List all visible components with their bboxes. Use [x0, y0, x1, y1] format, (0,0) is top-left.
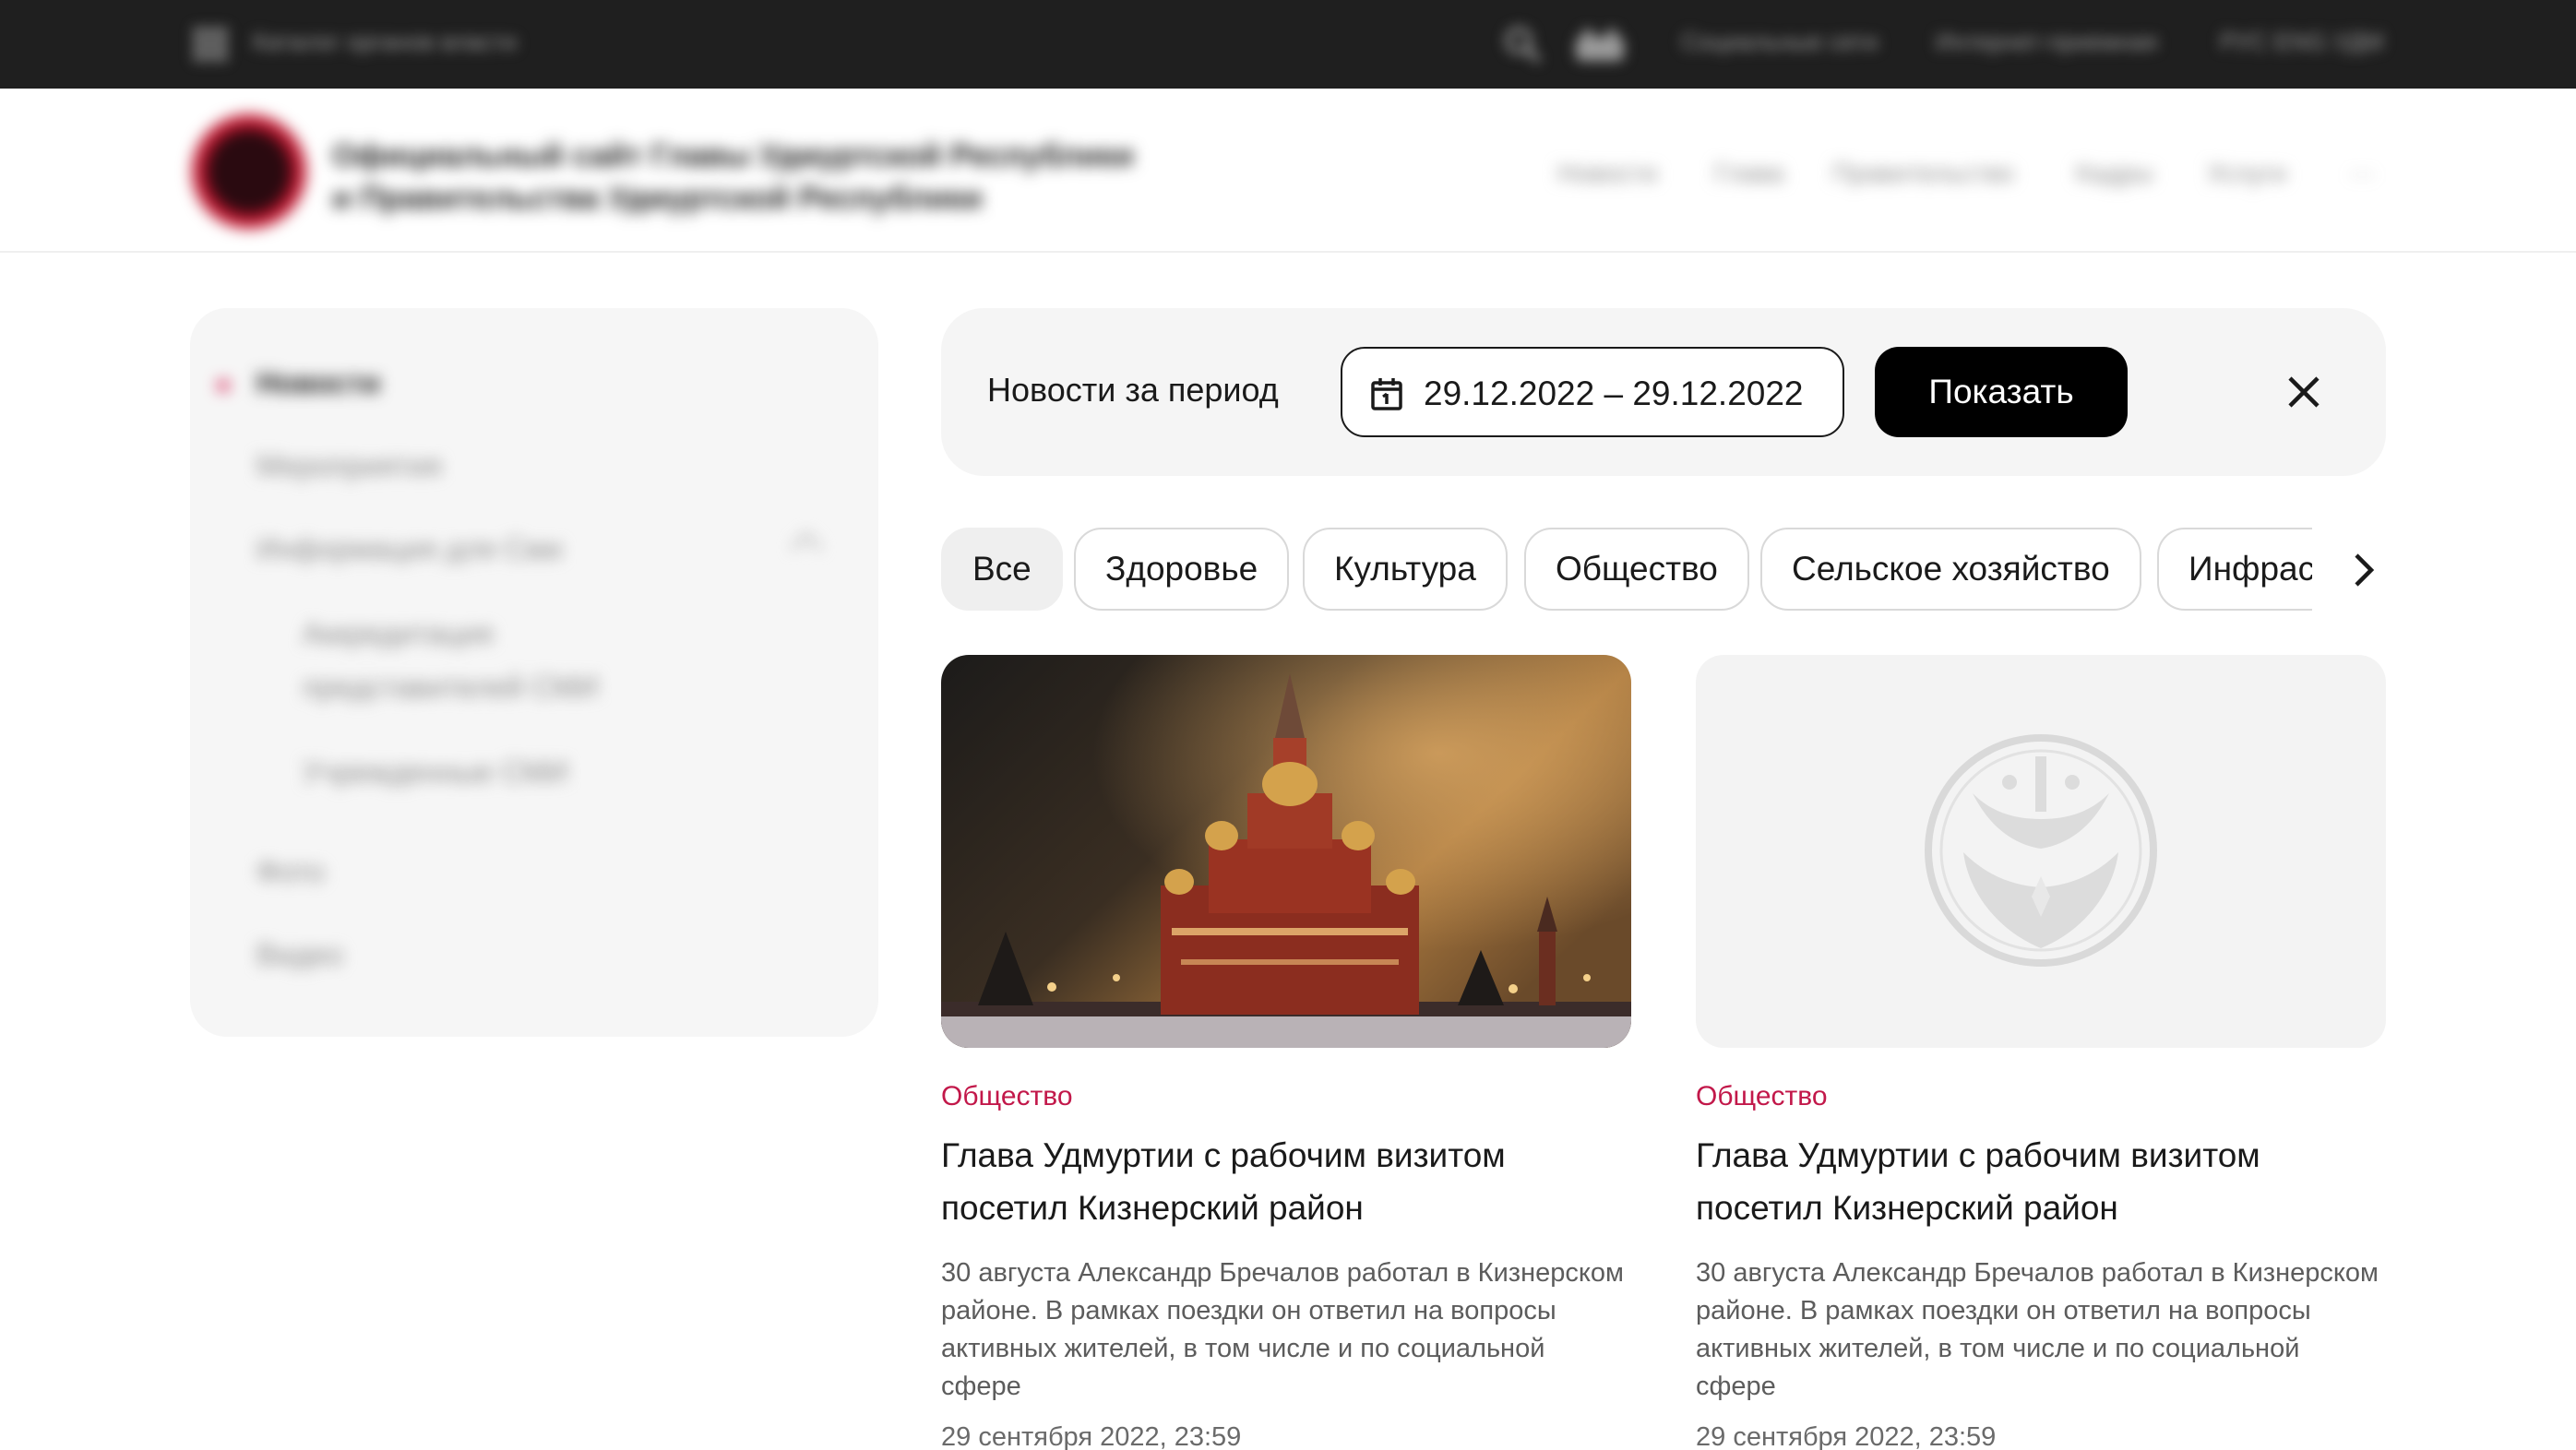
nav-services[interactable]: Услуги	[2207, 159, 2286, 188]
nav-personnel[interactable]: Кадры	[2076, 159, 2153, 188]
republic-emblem-logo[interactable]	[192, 114, 306, 229]
site-header: Официальный сайт Главы Удмуртской Респуб…	[0, 89, 2576, 253]
search-icon[interactable]	[1502, 24, 1543, 65]
nav-news[interactable]: Новости	[1557, 159, 1657, 188]
site-title[interactable]: Официальный сайт Главы Удмуртской Респуб…	[332, 135, 1134, 220]
site-title-line2: и Правительства Удмуртской Республики	[332, 181, 983, 216]
internet-reception-link[interactable]: Интернет-приемная	[1936, 28, 2157, 56]
news-image	[941, 655, 1631, 1048]
accessibility-eye-icon[interactable]	[1574, 28, 1626, 63]
sidebar-subitem-accreditation[interactable]: Аккредитация	[303, 607, 493, 660]
news-date: 29 сентября 2022, 23:59	[941, 1422, 1242, 1450]
language-switcher[interactable]: РУС ENG УДМ	[2220, 28, 2383, 56]
tab-society[interactable]: Общество	[1524, 528, 1749, 611]
sidebar-item-news[interactable]: Новости	[256, 356, 380, 410]
news-image-placeholder[interactable]	[1696, 655, 2386, 1048]
news-title[interactable]: Глава Удмуртии с рабочим визитом посетил…	[941, 1129, 1631, 1234]
news-excerpt: 30 августа Александр Бречалов работал в …	[941, 1258, 1624, 1401]
tab-culture[interactable]: Культура	[1303, 528, 1508, 611]
nav-head[interactable]: Глава	[1714, 159, 1784, 188]
tab-health[interactable]: Здоровье	[1074, 528, 1290, 611]
social-networks-link[interactable]: Социальные сети	[1681, 28, 1878, 56]
date-range-field[interactable]: 29.12.2022 – 29.12.2022	[1341, 347, 1844, 437]
emblem-placeholder-icon	[1925, 734, 2157, 967]
news-excerpt: 30 августа Александр Бречалов работал в …	[1696, 1258, 2379, 1401]
apps-grid-icon[interactable]	[194, 28, 227, 61]
cathedral-night-photo[interactable]	[941, 655, 1631, 1048]
sidebar-subitem-founded-media[interactable]: Учрежденные СМИ	[303, 745, 568, 799]
catalog-link[interactable]: Каталог органов власти	[253, 28, 517, 56]
sidebar-subitem-accreditation-line2[interactable]: представителей СМИ	[303, 660, 599, 714]
period-filter-panel: Новости за период 29.12.2022 – 29.12.202…	[941, 308, 2386, 476]
news-category[interactable]: Общество	[1696, 1081, 1828, 1112]
sidebar-item-events[interactable]: Мероприятия	[256, 439, 442, 493]
chevron-right-icon[interactable]	[2349, 550, 2377, 590]
tab-agriculture[interactable]: Сельское хозяйство	[1760, 528, 2141, 611]
close-icon[interactable]	[2284, 373, 2323, 411]
calendar-icon	[1371, 378, 1402, 410]
sidebar-item-video[interactable]: Видео	[256, 928, 342, 981]
site-title-line1: Официальный сайт Главы Удмуртской Респуб…	[332, 138, 1135, 173]
nav-more-menu[interactable]: ···	[2349, 159, 2375, 188]
news-date: 29 сентября 2022, 23:59	[1696, 1422, 1997, 1450]
show-button[interactable]: Показать	[1875, 347, 2128, 437]
date-range-value: 29.12.2022 – 29.12.2022	[1424, 374, 1804, 412]
news-title[interactable]: Глава Удмуртии с рабочим визитом посетил…	[1696, 1129, 2386, 1234]
tab-all[interactable]: Все	[941, 528, 1063, 611]
sidebar: Новости Мероприятия Информация для Сми А…	[190, 308, 878, 1037]
chevron-up-icon[interactable]	[791, 532, 822, 564]
sidebar-item-photo[interactable]: Фото	[256, 845, 325, 898]
site-header-content: Официальный сайт Главы Удмуртской Респуб…	[0, 89, 2576, 251]
nav-government[interactable]: Правительство	[1832, 159, 2014, 188]
sidebar-item-media-info[interactable]: Информация для Сми	[256, 522, 562, 576]
active-indicator-dot	[218, 380, 229, 391]
category-tabs: Все Здоровье Культура Общество Сельское …	[941, 528, 2312, 612]
top-utility-bar-content: Каталог органов власти Социальные сети И…	[0, 0, 2576, 89]
news-category[interactable]: Общество	[941, 1081, 1073, 1112]
tab-infrastructure[interactable]: Инфрас	[2157, 528, 2312, 611]
top-utility-bar: Каталог органов власти Социальные сети И…	[0, 0, 2576, 89]
period-filter-label: Новости за период	[987, 371, 1279, 409]
sidebar-content: Новости Мероприятия Информация для Сми А…	[190, 308, 878, 1037]
